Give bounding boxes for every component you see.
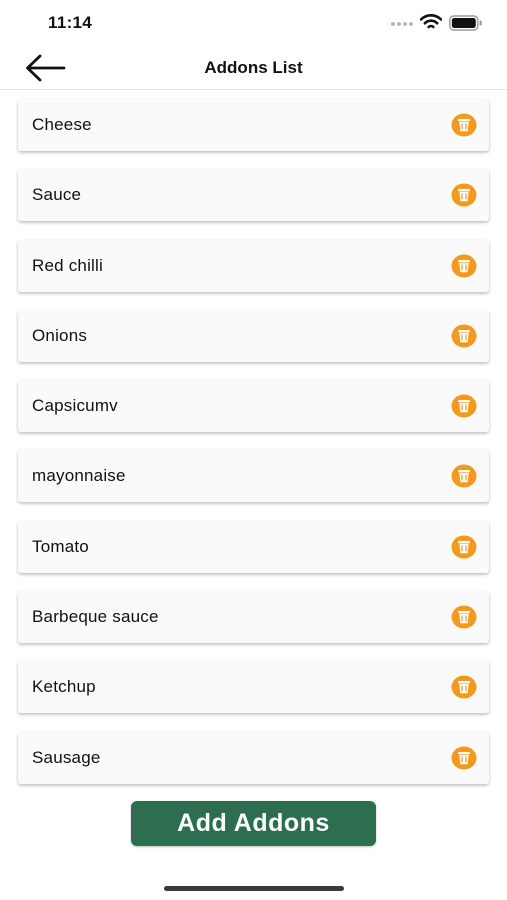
page-title: Addons List xyxy=(204,58,303,77)
addon-item-ketchup: Ketchup xyxy=(18,661,489,714)
delete-addon-button[interactable] xyxy=(451,464,477,488)
battery-icon xyxy=(449,15,482,31)
status-bar: 11:14 xyxy=(0,0,507,46)
addon-name: mayonnaise xyxy=(32,466,126,486)
addon-item-cheese: Cheese xyxy=(18,99,489,151)
trash-icon xyxy=(451,746,477,770)
trash-icon xyxy=(451,113,477,137)
addon-name: Capsicumv xyxy=(32,396,118,416)
addon-item-tomato: Tomato xyxy=(18,520,489,573)
addon-name: Tomato xyxy=(32,536,89,556)
trash-icon xyxy=(451,675,477,699)
addon-name: Sausage xyxy=(32,747,101,767)
addon-name: Sauce xyxy=(32,185,82,205)
home-indicator[interactable] xyxy=(164,886,344,891)
trash-icon xyxy=(451,464,477,488)
delete-addon-button[interactable] xyxy=(451,535,477,559)
delete-addon-button[interactable] xyxy=(451,324,477,348)
addon-item-sauce: Sauce xyxy=(18,169,489,222)
delete-addon-button[interactable] xyxy=(451,675,477,699)
delete-addon-button[interactable] xyxy=(451,254,477,278)
addon-name: Red chilli xyxy=(32,255,103,275)
trash-icon xyxy=(451,535,477,559)
trash-icon xyxy=(451,605,477,629)
add-addons-button[interactable]: Add Addons xyxy=(131,801,376,846)
addon-item-sausage: Sausage xyxy=(18,731,489,784)
addon-name: Ketchup xyxy=(32,677,96,697)
trash-icon xyxy=(451,324,477,348)
addon-name: Onions xyxy=(32,325,88,345)
addon-item-barbeque-sauce: Barbeque sauce xyxy=(18,591,489,644)
addon-item-red-chilli: Red chilli xyxy=(18,239,489,292)
addon-name: Cheese xyxy=(32,115,92,134)
status-time: 11:14 xyxy=(48,13,93,32)
cellular-signal-icon xyxy=(391,20,413,28)
addon-item-mayonnaise: mayonnaise xyxy=(18,450,489,503)
trash-icon xyxy=(451,254,477,278)
delete-addon-button[interactable] xyxy=(451,605,477,629)
addon-name: Barbeque sauce xyxy=(32,607,159,627)
header-bar: Addons List xyxy=(0,46,507,90)
delete-addon-button[interactable] xyxy=(451,183,477,207)
addons-list: Cheese Sauce Red chilli Onions Capsicumv… xyxy=(18,99,489,802)
delete-addon-button[interactable] xyxy=(451,394,477,418)
delete-addon-button[interactable] xyxy=(451,113,477,137)
wifi-icon xyxy=(420,14,442,29)
delete-addon-button[interactable] xyxy=(451,746,477,770)
addon-item-capsicumv: Capsicumv xyxy=(18,380,489,433)
addon-item-onions: Onions xyxy=(18,309,489,362)
trash-icon xyxy=(451,394,477,418)
trash-icon xyxy=(451,183,477,207)
